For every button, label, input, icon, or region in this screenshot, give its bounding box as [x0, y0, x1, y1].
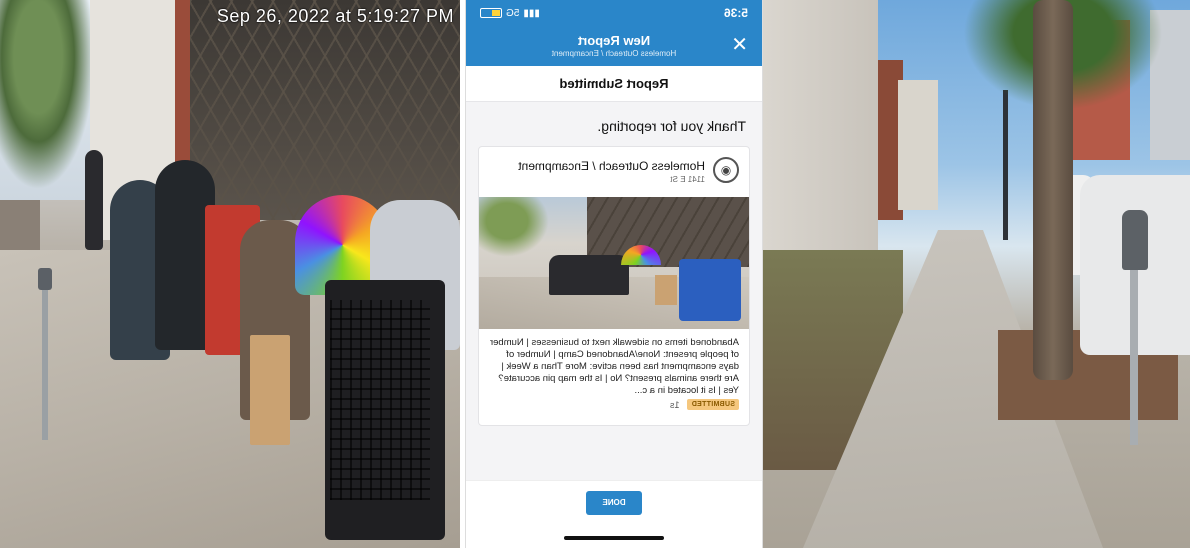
done-button[interactable]: DONE [586, 491, 642, 515]
header-title: New Report [577, 33, 651, 48]
phone-screenshot: 5:36 ▮▮▮ 5G ✕ New Report Homeless Outrea… [465, 0, 763, 548]
photo-box [655, 275, 677, 305]
report-description: Abandoned items on sidewalk next to busi… [489, 337, 739, 396]
parking-meter [38, 268, 52, 290]
tree [0, 0, 95, 190]
report-address: 1141 E St [670, 175, 705, 184]
building [898, 80, 938, 210]
person [85, 150, 103, 250]
status-bar: 5:36 ▮▮▮ 5G [466, 0, 762, 26]
battery-icon [480, 8, 502, 18]
photo-timestamp: Sep 26, 2022 at 5:19:27 PM [216, 6, 454, 26]
street-lamp [1003, 90, 1008, 240]
left-photo: Sep 26, 2022 at 5:19:27 PM [0, 0, 460, 548]
home-indicator [564, 536, 664, 540]
thank-you-message: Thank you for reporting. [597, 118, 746, 134]
page-title: Report Submitted [466, 66, 762, 102]
signal-icon: ▮▮▮ [523, 7, 540, 19]
report-age: 1s [669, 399, 680, 410]
security-grate [190, 0, 460, 220]
parking-meter-pole [42, 270, 48, 440]
right-photo [763, 0, 1190, 548]
status-time: 5:36 [723, 6, 748, 20]
app-header: ✕ New Report Homeless Outreach / Encampm… [466, 26, 762, 66]
tree-trunk [1033, 0, 1073, 380]
report-card[interactable]: ◉ Homeless Outreach / Encampment 1141 E … [478, 146, 750, 426]
status-badge: SUBMITTED [687, 399, 739, 410]
cardboard-box [250, 335, 290, 445]
map-pin-eye-icon: ◉ [713, 157, 739, 183]
bottom-bar: DONE [466, 480, 762, 548]
report-photo [479, 197, 749, 329]
mirrored-screen: 5:36 ▮▮▮ 5G ✕ New Report Homeless Outrea… [466, 0, 762, 548]
report-category: Homeless Outreach / Encampment [518, 159, 705, 173]
shopping-cart [330, 300, 430, 500]
parking-meter [1122, 210, 1148, 270]
report-footer: SUBMITTED 1s [670, 399, 739, 410]
parking-meter-pole [1130, 260, 1138, 445]
header-titles: New Report Homeless Outreach / Encampmen… [466, 33, 762, 58]
photo-tree [479, 197, 549, 257]
report-card-header: ◉ Homeless Outreach / Encampment 1141 E … [479, 147, 749, 195]
status-indicators: ▮▮▮ 5G [480, 8, 540, 19]
photo-trash-bin [679, 259, 741, 321]
header-subtitle: Homeless Outreach / Encampment [551, 49, 677, 58]
photo-encampment [549, 255, 629, 295]
network-label: 5G [506, 7, 520, 19]
